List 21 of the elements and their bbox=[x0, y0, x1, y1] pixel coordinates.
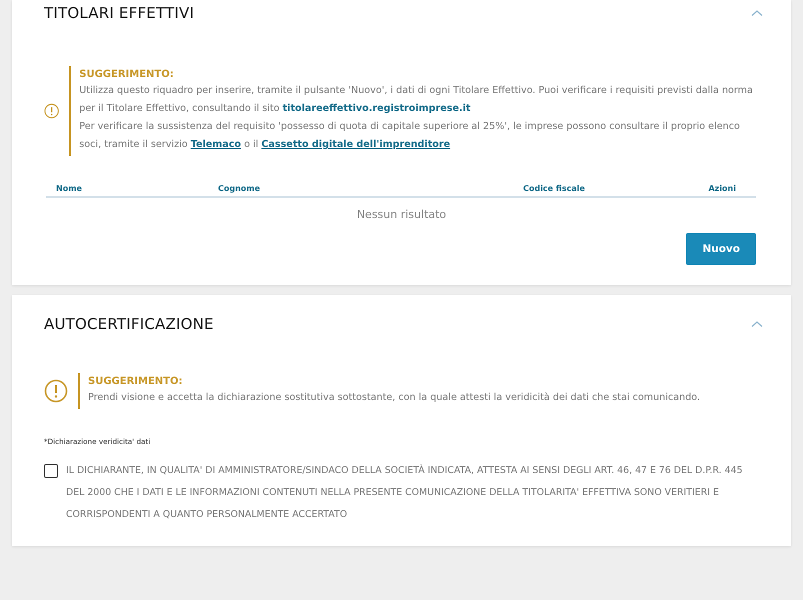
hint-label: SUGGERIMENTO: bbox=[88, 375, 184, 389]
column-header: Cognome bbox=[218, 184, 262, 193]
chevron-icon[interactable] bbox=[751, 320, 763, 328]
checkbox-label: IL DICHIARANTE, IN QUALITA' DI AMMINISTRATORE/SINDACO DELLA SOCIETÀ INDICATA, ATTESTA AI SENSI DEGLI ART. 46, 47 E 76 DEL D.P.R. 445 DEL 2000 CHE I DATI E LE INFORMAZIONI CONTENUTI NELLA PRESENTE COMUNICAZIONE DELLA TITOLARITA' EFFETTIVA SONO VERITIERI E CORRISPONDENTI A QUANTO PERSONALMENTE ACCERTATO bbox=[66, 463, 744, 522]
column-header: Codice fiscale bbox=[522, 184, 586, 193]
checkbox[interactable] bbox=[44, 464, 58, 478]
hint-text: Per verificare la sussistenza del requisito 'possesso di quota di capitale superiore al 25%', le imprese possono consultare il proprio elenco soci, tramite il servizio Telemaco o il Cassetto digitale dell'imprenditore bbox=[79, 120, 741, 152]
hint-text: Prendi visione e accetta la dichiarazione sostitutiva sottostante, con la quale attesti la veridicità dei dati che stai comunicando. bbox=[88, 391, 700, 405]
new-button[interactable]: Nuovo bbox=[686, 233, 756, 265]
hint-text: Utilizza questo riquadro per inserire, tramite il pulsante 'Nuovo', i dati di ogni Titolare Effettivo. Puoi verificare i requisiti previsti dalla norma per il Titolare Effettivo, consultando il sito titolareeffettivo.registroimprese.it bbox=[79, 84, 754, 116]
column-header: Azioni bbox=[707, 184, 736, 193]
empty-message: Nessun risultato bbox=[356, 208, 448, 221]
section-title: AUTOCERTIFICAZIONE bbox=[44, 315, 214, 333]
chevron-icon[interactable] bbox=[751, 9, 763, 17]
section-title: TITOLARI EFFETTIVI bbox=[44, 4, 194, 22]
link[interactable]: Telemaco bbox=[190, 139, 242, 150]
link[interactable]: Cassetto digitale dell'imprenditore bbox=[261, 139, 450, 150]
link[interactable]: titolareeffettivo.registroimprese.it bbox=[282, 103, 471, 114]
warning-icon bbox=[44, 379, 68, 403]
column-header: Nome bbox=[56, 184, 83, 193]
hint-label: SUGGERIMENTO: bbox=[79, 68, 175, 82]
